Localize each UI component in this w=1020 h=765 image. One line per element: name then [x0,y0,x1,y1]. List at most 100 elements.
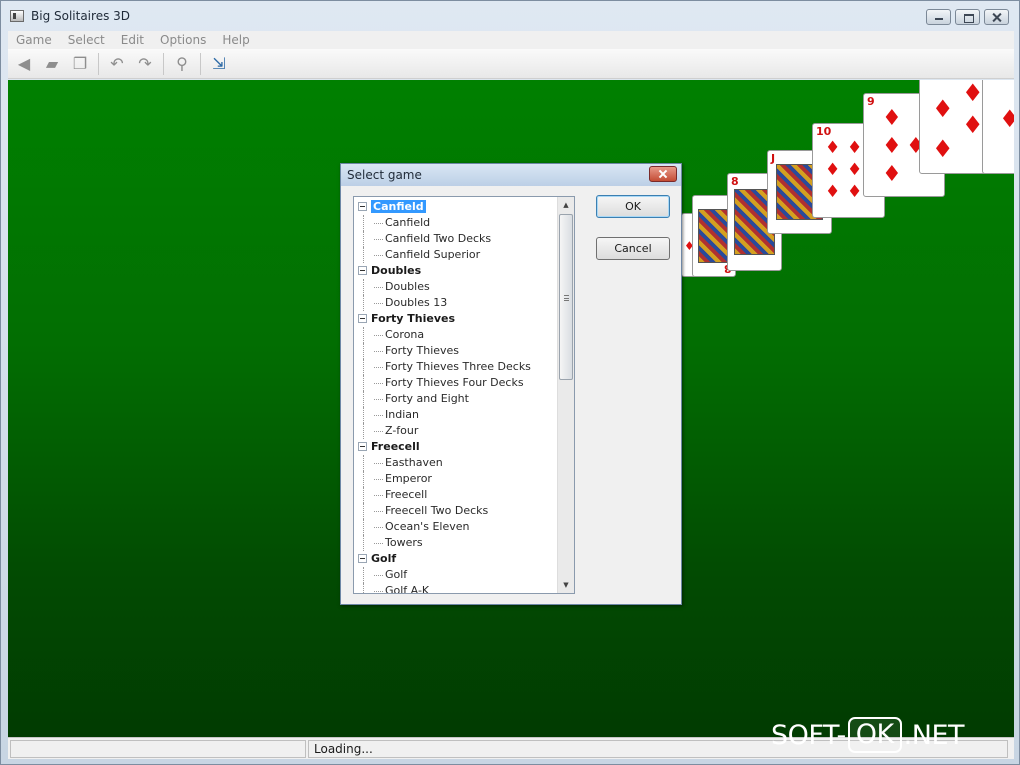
collapse-icon[interactable] [358,202,367,211]
undo-icon[interactable]: ↶ [105,52,129,76]
dialog-title: Select game [347,168,422,182]
ok-button[interactable]: OK [596,195,670,218]
watermark-boxed: OK [847,717,902,753]
tree-item[interactable]: Freecell Two Decks [354,503,559,519]
game-tree[interactable]: Canfield Canfield Canfield Two Decks Canfie… [353,196,575,594]
toolbar-separator [163,52,164,75]
tree-group[interactable]: Canfield [354,199,559,215]
collapse-icon[interactable] [358,314,367,323]
menu-options[interactable]: Options [152,33,214,47]
diamond-icon: ♦ [847,138,863,158]
tree-item-label: Corona [385,328,425,341]
tree-item[interactable]: Doubles [354,279,559,295]
tree-item-label: Canfield [385,216,431,229]
app-icon [10,10,24,22]
menu-edit[interactable]: Edit [113,33,152,47]
tree-group-label: Doubles [371,264,422,277]
scroll-up-icon[interactable]: ▲ [558,197,574,213]
tree-item[interactable]: Ocean's Eleven [354,519,559,535]
tree-item-label: Forty Thieves Three Decks [385,360,531,373]
tree-item[interactable]: Indian [354,407,559,423]
close-icon[interactable] [649,166,677,182]
diamond-icon: ♦ [882,162,902,187]
tree-scrollbar[interactable]: ▲ ▼ [557,197,574,593]
diamond-icon: ♦ [825,160,841,180]
card-face-picture [698,208,730,264]
cancel-button[interactable]: Cancel [596,237,670,260]
close-icon[interactable] [984,9,1009,25]
tree-item-label: Easthaven [385,456,443,469]
tree-item[interactable]: Corona [354,327,559,343]
tree-item-label: Forty Thieves [385,344,460,357]
open-folder-icon[interactable]: ▰ [40,52,64,76]
card-rank: 10 [816,125,832,138]
tree-item[interactable]: Forty Thieves Four Decks [354,375,559,391]
tree-item[interactable]: Golf A-K [354,583,559,593]
tree-item[interactable]: Forty Thieves [354,343,559,359]
scroll-thumb[interactable] [559,214,573,380]
tree-item[interactable]: Emperor [354,471,559,487]
tree-item-label: Golf [385,568,408,581]
tree-item[interactable]: Canfield [354,215,559,231]
tree-item[interactable]: Canfield Superior [354,247,559,263]
tree-item[interactable]: Freecell [354,487,559,503]
tree-group-label: Freecell [371,440,420,453]
diamond-icon: ♦ [932,135,954,163]
app-window: Big Solitaires 3D Game Select Edit Optio… [0,0,1020,765]
status-pane [10,740,306,758]
window-title: Big Solitaires 3D [31,9,131,23]
tree-item-label: Indian [385,408,419,421]
tree-item[interactable]: Forty Thieves Three Decks [354,359,559,375]
tree-item-label: Doubles 13 [385,296,448,309]
toolbar-separator [98,52,99,75]
diamond-icon: ♦ [847,160,863,180]
tree-item-label: Forty and Eight [385,392,469,405]
collapse-icon[interactable] [358,554,367,563]
tree-item[interactable]: Doubles 13 [354,295,559,311]
tree-item-label: Canfield Two Decks [385,232,492,245]
diamond-icon: ♦ [962,111,984,139]
maximize-icon[interactable] [955,9,980,25]
diamond-icon: ♦ [882,134,902,159]
diamond-icon: ♦ [962,80,984,107]
tree-item[interactable]: Golf [354,567,559,583]
menu-game[interactable]: Game [8,33,60,47]
new-game-icon[interactable]: ◀ [12,52,36,76]
tree-item-label: Z-four [385,424,419,437]
tree-item[interactable]: Towers [354,535,559,551]
collapse-icon[interactable] [358,442,367,451]
dialog-title-bar[interactable]: Select game [341,164,681,186]
grip-icon [564,295,569,301]
tree-group-label: Forty Thieves [371,312,456,325]
watermark-logo: SOFT- OK .NET [771,715,965,755]
diamond-icon: ♦ [825,182,841,202]
tree-item[interactable]: Easthaven [354,455,559,471]
tree-group[interactable]: Golf [354,551,559,567]
scroll-down-icon[interactable]: ▼ [558,577,574,593]
tree-group[interactable]: Forty Thieves [354,311,559,327]
collapse-icon[interactable] [358,266,367,275]
tree-item[interactable]: Canfield Two Decks [354,231,559,247]
tree-item[interactable]: Forty and Eight [354,391,559,407]
minimize-icon[interactable] [926,9,951,25]
card[interactable]: ♦ [982,80,1014,174]
tree-group[interactable]: Freecell [354,439,559,455]
diamond-icon: ♦ [932,95,954,123]
tree-item-label: Forty Thieves Four Decks [385,376,524,389]
tree-group-label: Golf [371,552,397,565]
card-rank: J [771,152,776,165]
watermark-right: .NET [903,719,965,751]
tree-item[interactable]: Z-four [354,423,559,439]
tree-group-label: Canfield [370,199,427,214]
diamond-icon: ♦ [999,107,1014,131]
toolbar: ◀ ▰ ❐ ↶ ↷ ⚲ ⇲ [8,49,1014,79]
hint-icon[interactable]: ⚲ [170,52,194,76]
title-bar[interactable]: Big Solitaires 3D [1,1,1019,31]
watermark-left: SOFT- [771,719,846,751]
redo-icon[interactable]: ↷ [133,52,157,76]
menu-select[interactable]: Select [60,33,113,47]
exit-icon[interactable]: ⇲ [207,52,231,76]
menu-help[interactable]: Help [214,33,257,47]
tree-group[interactable]: Doubles [354,263,559,279]
copy-icon[interactable]: ❐ [68,52,92,76]
